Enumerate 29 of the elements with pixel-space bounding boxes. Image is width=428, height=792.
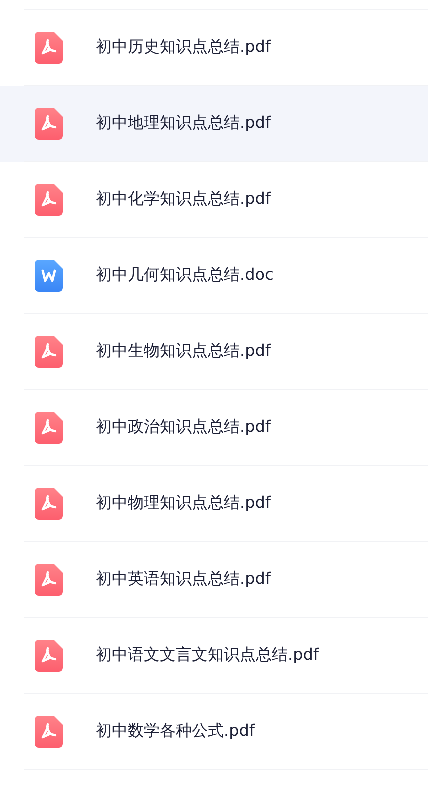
- pdf-file-icon: [35, 564, 63, 596]
- file-name: 初中地理知识点总结.pdf: [96, 113, 272, 134]
- file-row[interactable]: 初中几何知识点总结.doc: [0, 238, 428, 314]
- file-row[interactable]: 初中化学知识点总结.pdf: [0, 162, 428, 238]
- file-name: 初中语文文言文知识点总结.pdf: [96, 645, 320, 666]
- pdf-file-icon: [35, 412, 63, 444]
- file-name: 初中英语知识点总结.pdf: [96, 569, 272, 590]
- file-name: 初中几何知识点总结.doc: [96, 265, 274, 286]
- file-name: 初中物理知识点总结.pdf: [96, 493, 272, 514]
- pdf-file-icon: [35, 108, 63, 140]
- file-row[interactable]: 初中政治知识点总结.pdf: [0, 390, 428, 466]
- file-row[interactable]: 初中英语知识点总结.pdf: [0, 542, 428, 618]
- file-row[interactable]: 初中地理知识点总结.pdf: [0, 86, 428, 162]
- file-row[interactable]: 初中物理知识点总结.pdf: [0, 466, 428, 542]
- file-row[interactable]: 初中生物知识点总结.pdf: [0, 314, 428, 390]
- file-name: 初中数学各种公式.pdf: [96, 721, 256, 742]
- file-name: 初中化学知识点总结.pdf: [96, 189, 272, 210]
- file-row[interactable]: 初中语文文言文知识点总结.pdf: [0, 618, 428, 694]
- pdf-file-icon: [35, 336, 63, 368]
- word-file-icon: [35, 260, 63, 292]
- pdf-file-icon: [35, 488, 63, 520]
- pdf-file-icon: [35, 716, 63, 748]
- file-row[interactable]: 初中数学各种公式.pdf: [0, 694, 428, 770]
- file-name: 初中政治知识点总结.pdf: [96, 417, 272, 438]
- file-name: 初中生物知识点总结.pdf: [96, 341, 272, 362]
- pdf-file-icon: [35, 640, 63, 672]
- pdf-file-icon: [35, 184, 63, 216]
- pdf-file-icon: [35, 32, 63, 64]
- file-name: 初中历史知识点总结.pdf: [96, 37, 272, 58]
